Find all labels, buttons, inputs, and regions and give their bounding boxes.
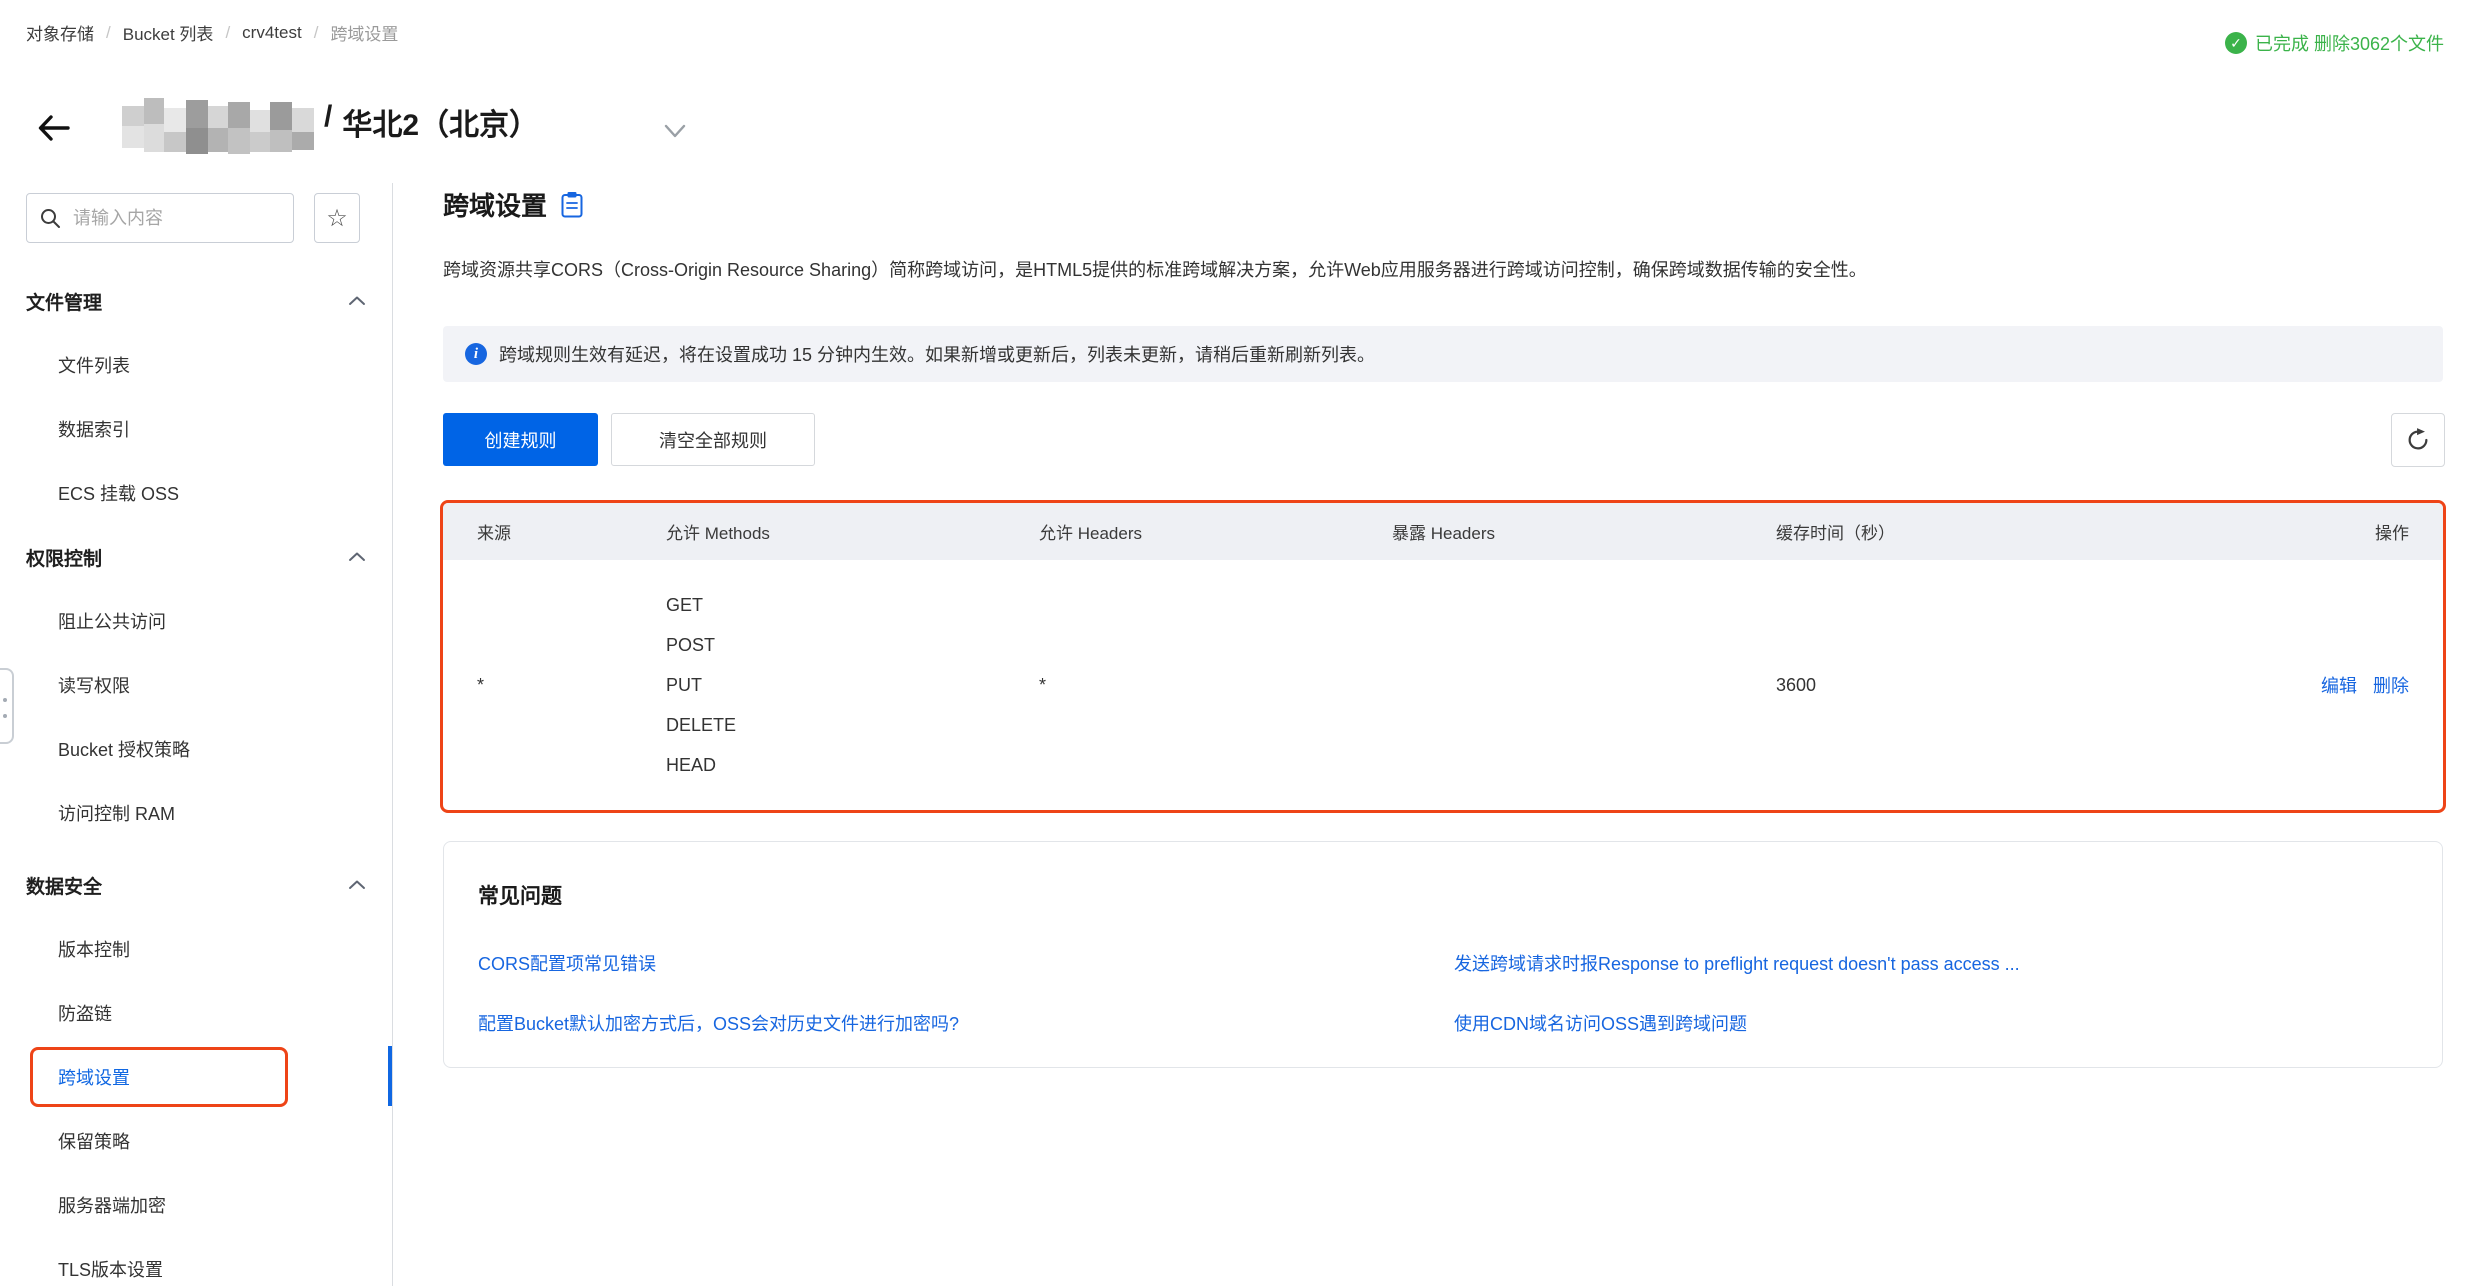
faq-link-bucket-encryption[interactable]: 配置Bucket默认加密方式后，OSS会对历史文件进行加密吗?	[478, 1010, 959, 1036]
method-item: GET	[666, 585, 1039, 625]
cors-rules-table: 来源 允许 Methods 允许 Headers 暴露 Headers 缓存时间…	[440, 500, 2446, 813]
handle-dot	[3, 698, 7, 702]
section-title: 文件管理	[26, 288, 102, 315]
method-item: DELETE	[666, 705, 1039, 745]
title-separator: /	[324, 100, 332, 144]
breadcrumb: 对象存储 / Bucket 列表 / crv4test / 跨域设置	[26, 20, 398, 45]
bucket-name-redacted	[122, 98, 314, 160]
task-status-text: 已完成 删除3062个文件	[2255, 30, 2444, 56]
refresh-button[interactable]	[2391, 413, 2445, 467]
sidebar-section-data-security[interactable]: 数据安全	[0, 853, 392, 917]
faq-link-cdn-cors-issue[interactable]: 使用CDN域名访问OSS遇到跨域问题	[1454, 1010, 1747, 1036]
clear-all-rules-button[interactable]: 清空全部规则	[611, 413, 815, 466]
breadcrumb-item-current: 跨域设置	[330, 20, 398, 45]
chevron-up-icon	[348, 879, 366, 891]
breadcrumb-separator: /	[314, 23, 319, 43]
active-item-indicator	[388, 1046, 392, 1106]
method-item: POST	[666, 625, 1039, 665]
page-title: 跨域设置	[443, 186, 547, 223]
region-label: 华北2（北京）	[342, 100, 539, 144]
cell-allowed-headers: *	[1039, 675, 1392, 696]
chevron-up-icon	[348, 295, 366, 307]
favorites-button[interactable]: ☆	[314, 193, 360, 243]
sidebar-item-file-list[interactable]: 文件列表	[0, 333, 392, 397]
column-header-source: 来源	[477, 519, 666, 544]
faq-card: 常见问题 CORS配置项常见错误 发送跨域请求时报Response to pre…	[443, 841, 2443, 1068]
method-item: PUT	[666, 665, 1039, 705]
sidebar-divider	[392, 183, 393, 1286]
sidebar-nav: 文件管理 文件列表 数据索引 ECS 挂载 OSS 权限控制 阻止公共访问 读写…	[0, 269, 392, 1286]
cell-source: *	[477, 675, 666, 696]
create-rule-button[interactable]: 创建规则	[443, 413, 598, 466]
breadcrumb-separator: /	[106, 23, 111, 43]
column-header-actions: 操作	[2216, 519, 2409, 544]
table-header-row: 来源 允许 Methods 允许 Headers 暴露 Headers 缓存时间…	[443, 503, 2443, 560]
oss-cors-settings-page: 对象存储 / Bucket 列表 / crv4test / 跨域设置 ✓ 已完成…	[0, 0, 2486, 1286]
breadcrumb-item-bucket-list[interactable]: Bucket 列表	[123, 20, 214, 45]
info-banner: i 跨域规则生效有延迟，将在设置成功 15 分钟内生效。如果新增或更新后，列表未…	[443, 326, 2443, 382]
faq-link-preflight-error[interactable]: 发送跨域请求时报Response to preflight request do…	[1454, 950, 2020, 976]
star-icon: ☆	[326, 204, 348, 233]
search-input[interactable]	[71, 207, 265, 230]
column-header-allowed-headers: 允许 Headers	[1039, 519, 1392, 544]
table-row: * GET POST PUT DELETE HEAD * 3600 编辑 删除	[443, 560, 2443, 810]
cell-allowed-methods: GET POST PUT DELETE HEAD	[666, 585, 1039, 785]
sidebar-item-read-write-permission[interactable]: 读写权限	[0, 653, 392, 717]
region-dropdown[interactable]	[660, 118, 690, 144]
cell-cache-seconds: 3600	[1776, 675, 2216, 696]
check-circle-icon: ✓	[2225, 32, 2247, 54]
sidebar-item-access-control-ram[interactable]: 访问控制 RAM	[0, 781, 392, 845]
column-header-exposed-headers: 暴露 Headers	[1392, 519, 1776, 544]
sidebar-item-data-index[interactable]: 数据索引	[0, 397, 392, 461]
cell-actions: 编辑 删除	[2216, 672, 2409, 698]
breadcrumb-item-oss[interactable]: 对象存储	[26, 20, 94, 45]
column-header-allowed-methods: 允许 Methods	[666, 519, 1039, 544]
arrow-left-icon	[34, 108, 74, 148]
sidebar-item-bucket-policy[interactable]: Bucket 授权策略	[0, 717, 392, 781]
handle-dot	[3, 714, 7, 718]
sidebar-collapse-handle[interactable]	[0, 668, 14, 744]
breadcrumb-separator: /	[225, 23, 230, 43]
sidebar-search[interactable]	[26, 193, 294, 243]
sidebar-section-file-management[interactable]: 文件管理	[0, 269, 392, 333]
edit-link[interactable]: 编辑	[2321, 672, 2357, 698]
breadcrumb-item-bucket[interactable]: crv4test	[242, 23, 302, 43]
chevron-up-icon	[348, 551, 366, 563]
refresh-icon	[2405, 427, 2431, 453]
faq-link-cors-config-errors[interactable]: CORS配置项常见错误	[478, 950, 656, 976]
sidebar-item-server-side-encryption[interactable]: 服务器端加密	[0, 1173, 392, 1237]
column-header-cache-time: 缓存时间（秒）	[1776, 519, 2216, 544]
sidebar-item-retention-policy[interactable]: 保留策略	[0, 1109, 392, 1173]
info-banner-text: 跨域规则生效有延迟，将在设置成功 15 分钟内生效。如果新增或更新后，列表未更新…	[499, 341, 1375, 367]
chevron-down-icon	[660, 118, 690, 144]
section-title: 数据安全	[26, 872, 102, 899]
back-button[interactable]	[34, 108, 74, 148]
info-icon: i	[465, 343, 487, 365]
document-copy-icon[interactable]	[561, 191, 583, 218]
sidebar-item-cors-settings[interactable]: 跨域设置	[0, 1045, 392, 1109]
section-title: 权限控制	[26, 544, 102, 571]
faq-title: 常见问题	[478, 880, 562, 910]
search-icon	[39, 207, 61, 229]
sidebar-section-permission-control[interactable]: 权限控制	[0, 525, 392, 589]
sidebar-item-tls-version[interactable]: TLS版本设置	[0, 1237, 392, 1286]
page-description: 跨域资源共享CORS（Cross-Origin Resource Sharing…	[443, 256, 2443, 282]
bucket-region-title: / 华北2（北京）	[324, 100, 539, 144]
delete-link[interactable]: 删除	[2373, 672, 2409, 698]
task-status[interactable]: ✓ 已完成 删除3062个文件	[2225, 30, 2444, 56]
sidebar-item-ecs-mount-oss[interactable]: ECS 挂载 OSS	[0, 461, 392, 525]
sidebar-item-hotlink-protection[interactable]: 防盗链	[0, 981, 392, 1045]
sidebar-item-versioning[interactable]: 版本控制	[0, 917, 392, 981]
sidebar-item-block-public-access[interactable]: 阻止公共访问	[0, 589, 392, 653]
method-item: HEAD	[666, 745, 1039, 785]
